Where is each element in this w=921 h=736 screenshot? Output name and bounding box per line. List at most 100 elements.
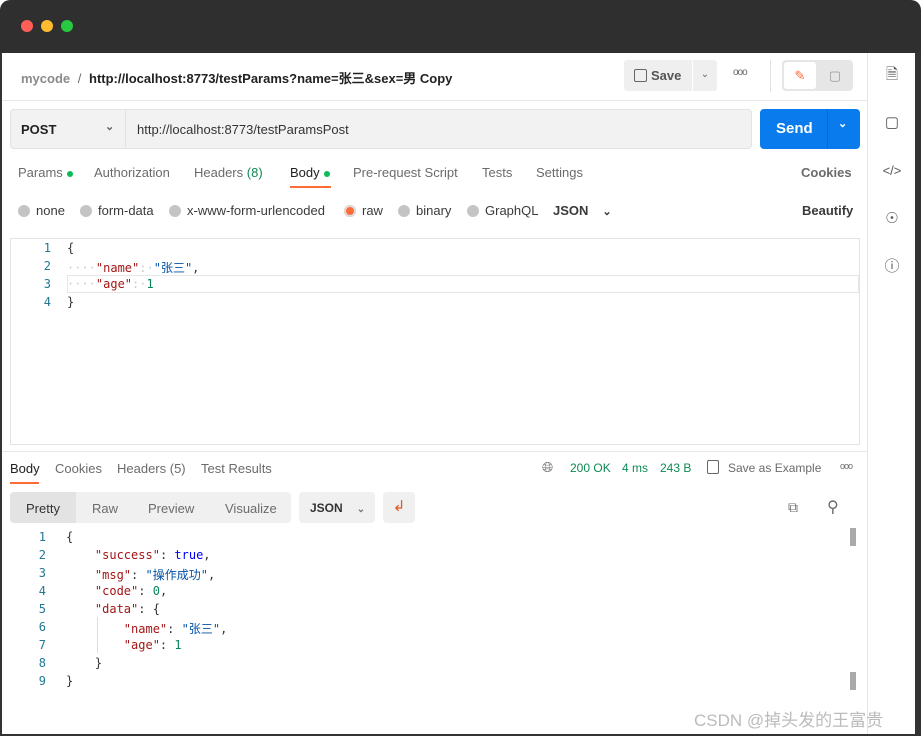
- code-line: }: [67, 295, 74, 309]
- code-line: {: [66, 530, 73, 544]
- comments-icon[interactable]: ▢: [882, 113, 902, 133]
- more-options-button[interactable]: ooo: [733, 67, 748, 78]
- beautify-link[interactable]: Beautify: [802, 203, 853, 218]
- code-token: :: [159, 548, 175, 562]
- scrollbar-thumb[interactable]: [850, 672, 856, 690]
- watermark: CSDN @掉头发的王富贵: [694, 711, 884, 730]
- status-code[interactable]: 200 OK: [570, 461, 611, 475]
- radio-x-www-form-urlencoded[interactable]: x-www-form-urlencoded: [169, 203, 325, 218]
- url-bar: POST ⌄ http://localhost:8773/testParamsPo…: [10, 109, 752, 149]
- globe-icon[interactable]: 🌐︎: [542, 459, 553, 476]
- radio-raw[interactable]: raw: [344, 203, 383, 218]
- radio-binary[interactable]: binary: [398, 203, 451, 218]
- request-title[interactable]: http://localhost:8773/testParams?name=张三…: [89, 71, 452, 86]
- save-as-example-button[interactable]: Save as Example: [728, 461, 821, 475]
- response-format-select[interactable]: JSON ⌄: [299, 492, 375, 523]
- line-number: 4: [38, 584, 46, 598]
- line-number: 4: [43, 295, 51, 309]
- line-number: 1: [43, 241, 51, 255]
- code-token: true: [174, 548, 204, 562]
- line-number: 3: [38, 566, 46, 580]
- code-token: "name": [123, 622, 168, 636]
- copy-icon[interactable]: ⧉: [788, 499, 798, 516]
- response-tab-headers[interactable]: Headers (5): [117, 461, 186, 476]
- edit-pencil-icon[interactable]: ✎: [784, 62, 816, 89]
- minimize-window-button[interactable]: [41, 20, 53, 32]
- radio-none[interactable]: none: [18, 203, 65, 218]
- code-icon[interactable]: </>: [882, 161, 902, 181]
- code-token: {: [67, 241, 75, 255]
- code-line: {: [67, 241, 74, 255]
- documentation-icon[interactable]: 🗎︎: [882, 65, 902, 85]
- code-line: }: [66, 674, 73, 688]
- info-icon[interactable]: ⓘ: [882, 257, 902, 277]
- line-number: 6: [38, 620, 46, 634]
- request-body-editor[interactable]: 1{2 ····"name":·"张三", 3 ····"age":·1 4}: [10, 238, 860, 445]
- response-size[interactable]: 243 B: [660, 461, 691, 475]
- response-tab-cookies[interactable]: Cookies: [55, 461, 102, 476]
- response-tab-body[interactable]: Body: [10, 461, 40, 476]
- radio-graphql[interactable]: GraphQL: [467, 203, 538, 218]
- scrollbar-thumb[interactable]: [850, 528, 856, 546]
- main-panel: mycode / http://localhost:8773/testParam…: [2, 53, 867, 734]
- code-token: "msg": [94, 568, 132, 582]
- search-icon[interactable]: ⚲: [827, 497, 839, 517]
- chevron-down-icon: ⌄: [105, 121, 115, 133]
- breadcrumb: mycode / http://localhost:8773/testParam…: [21, 68, 452, 87]
- code-token: }: [67, 295, 75, 309]
- active-tab-indicator: [290, 186, 331, 188]
- code-token: 0: [152, 584, 160, 598]
- code-token: "code": [94, 584, 139, 598]
- radio-form-data[interactable]: form-data: [80, 203, 154, 218]
- view-preview[interactable]: Preview: [148, 501, 194, 516]
- view-visualize[interactable]: Visualize: [225, 501, 277, 516]
- code-token: ,: [192, 261, 200, 275]
- send-dropdown-chevron-icon[interactable]: ⌄: [838, 117, 847, 130]
- code-token: : {: [138, 602, 160, 616]
- response-body-viewer[interactable]: 1 {2 "success": true, 3 "msg": "操作成功", 4 "c…: [2, 528, 867, 698]
- code-line: "age": 1: [66, 638, 182, 652]
- tab-headers[interactable]: Headers (8): [194, 165, 263, 180]
- tab-body[interactable]: Body: [290, 165, 330, 180]
- format-select[interactable]: JSON ⌄: [553, 203, 612, 218]
- view-pretty[interactable]: Pretty: [26, 501, 60, 516]
- divider: [770, 60, 771, 92]
- code-token: ,: [159, 584, 168, 598]
- save-label: Save: [651, 68, 682, 83]
- tab-pre-request-script[interactable]: Pre-request Script: [353, 165, 458, 180]
- send-button[interactable]: Send ⌄: [760, 109, 860, 149]
- url-input[interactable]: http://localhost:8773/testParamsPost: [137, 122, 349, 137]
- method-label: POST: [21, 122, 57, 137]
- save-button[interactable]: Save: [624, 60, 692, 91]
- save-dropdown-button[interactable]: ⌄: [693, 60, 717, 91]
- tab-params[interactable]: Params: [18, 165, 73, 180]
- code-token: "张三": [153, 261, 193, 275]
- wrap-lines-icon[interactable]: ↲: [383, 492, 415, 523]
- code-token: ,: [220, 622, 228, 636]
- line-number: 2: [38, 548, 46, 562]
- method-select[interactable]: POST ⌄: [11, 110, 126, 148]
- tab-tests[interactable]: Tests: [482, 165, 512, 180]
- view-raw[interactable]: Raw: [92, 501, 118, 516]
- cookies-link[interactable]: Cookies: [801, 165, 852, 180]
- tab-authorization[interactable]: Authorization: [94, 165, 170, 180]
- response-tab-test-results[interactable]: Test Results: [201, 461, 272, 476]
- code-line: }: [66, 656, 102, 670]
- lightbulb-icon[interactable]: ☉: [882, 209, 902, 229]
- save-icon: [634, 69, 647, 82]
- breadcrumb-workspace[interactable]: mycode: [21, 71, 70, 86]
- response-more-button[interactable]: ooo: [840, 461, 853, 471]
- line-number: 2: [43, 259, 51, 273]
- tab-settings[interactable]: Settings: [536, 165, 583, 180]
- code-token: "name": [95, 261, 140, 275]
- divider: [2, 100, 867, 101]
- comment-icon[interactable]: ▢: [820, 62, 850, 89]
- code-token: :: [167, 622, 182, 636]
- response-time[interactable]: 4 ms: [622, 461, 648, 475]
- maximize-window-button[interactable]: [61, 20, 73, 32]
- breadcrumb-separator: /: [77, 71, 82, 86]
- close-window-button[interactable]: [21, 20, 33, 32]
- mode-toggle: ✎ ▢: [782, 60, 853, 91]
